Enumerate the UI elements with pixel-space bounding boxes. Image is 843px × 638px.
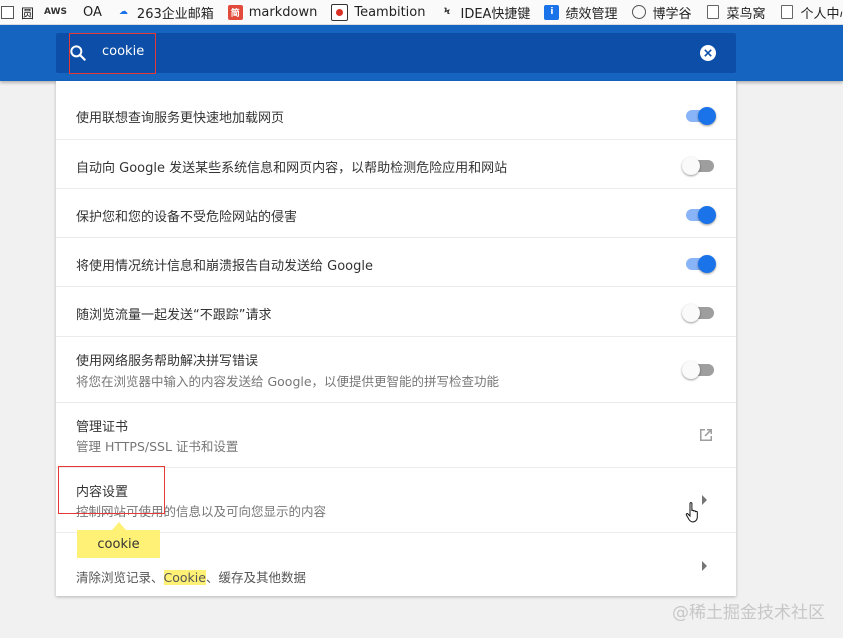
setting-title: 使用网络服务帮助解决拼写错误 <box>76 354 259 369</box>
setting-title: 随浏览流量一起发送“不跟踪”请求 <box>76 308 272 323</box>
setting-title: 保护您和您的设备不受危险网站的侵害 <box>76 210 298 225</box>
setting-row-prediction[interactable]: 使用联想查询服务更快速地加载网页 <box>56 81 736 138</box>
search-match-highlight: Cookie <box>163 570 206 585</box>
setting-subtitle: 管理 HTTPS/SSL 证书和设置 <box>76 439 239 454</box>
settings-header: cookie <box>0 25 843 81</box>
idea-icon: Ϟ <box>443 7 451 17</box>
bookmark-profile[interactable]: 个人中心 <box>779 3 843 22</box>
bookmark-label: 菜鸟窝 <box>726 6 766 22</box>
bookmark-label: markdown <box>248 4 318 20</box>
bookmark-item[interactable]: 圆 <box>0 3 34 22</box>
bookmark-aws[interactable]: AWS <box>44 4 69 20</box>
setting-row-safe-browsing-report[interactable]: 自动向 Google 发送某些系统信息和网页内容，以帮助检测危险应用和网站 <box>56 139 736 188</box>
bookmark-markdown[interactable]: 简 markdown <box>227 4 318 20</box>
privacy-settings-card: 使用联想查询服务更快速地加载网页 自动向 Google 发送某些系统信息和网页内… <box>56 81 736 596</box>
bookmark-label: 个人中心 <box>800 6 843 22</box>
bookmark-teambition[interactable]: Teambition <box>331 3 426 21</box>
bookmark-label: IDEA快捷键 <box>460 6 531 22</box>
setting-row-usage-stats[interactable]: 将使用情况统计信息和崩溃报告自动发送给 Google <box>56 237 736 286</box>
setting-title: 管理证书 <box>76 420 129 435</box>
chevron-right-icon <box>702 561 707 571</box>
setting-row-safe-browsing[interactable]: 保护您和您的设备不受危险网站的侵害 <box>56 188 736 237</box>
bookmark-boxuegu[interactable]: 博学谷 <box>631 3 691 22</box>
bookmark-263[interactable]: ☁ 263企业邮箱 <box>116 3 214 22</box>
cloud-icon: ☁ <box>118 7 128 17</box>
bookmarks-bar: 圆 AWS OA ☁ 263企业邮箱 简 markdown Teambition… <box>0 0 843 25</box>
info-icon: i <box>544 4 560 20</box>
setting-row-certificates[interactable]: 管理证书 管理 HTTPS/SSL 证书和设置 <box>56 402 736 467</box>
search-bar[interactable]: cookie <box>56 33 736 74</box>
bookmark-label: 博学谷 <box>652 6 692 22</box>
bookmark-label: Teambition <box>354 4 426 20</box>
bookmark-perf[interactable]: i 绩效管理 <box>544 3 617 22</box>
setting-title: 自动向 Google 发送某些系统信息和网页内容，以帮助检测危险应用和网站 <box>76 161 508 176</box>
setting-row-spelling[interactable]: 使用网络服务帮助解决拼写错误 将您在浏览器中输入的内容发送给 Google，以便… <box>56 336 736 402</box>
toggle-switch[interactable] <box>686 255 716 273</box>
page-icon <box>0 5 15 20</box>
clear-search-button[interactable] <box>700 45 716 61</box>
aws-icon: AWS <box>44 4 67 20</box>
toggle-switch[interactable] <box>682 157 714 175</box>
bookmark-label: OA <box>83 4 102 20</box>
annotation-box <box>58 466 165 514</box>
close-icon <box>704 49 712 57</box>
search-match-tooltip: cookie <box>77 522 160 558</box>
bookmark-idea[interactable]: Ϟ IDEA快捷键 <box>439 3 531 22</box>
toggle-switch[interactable] <box>686 206 716 224</box>
bookmark-oa[interactable]: OA <box>83 5 102 20</box>
teambition-icon <box>331 3 349 21</box>
setting-row-do-not-track[interactable]: 随浏览流量一起发送“不跟踪”请求 <box>56 286 736 336</box>
jianshu-icon: 简 <box>227 4 243 20</box>
hand-cursor-icon <box>685 502 698 523</box>
toggle-switch[interactable] <box>686 107 716 125</box>
toggle-switch[interactable] <box>682 304 714 322</box>
subtitle-post: 、缓存及其他数据 <box>205 570 306 585</box>
page-icon <box>779 5 794 20</box>
bookmark-label: 263企业邮箱 <box>136 6 214 22</box>
setting-title: 将使用情况统计信息和崩溃报告自动发送给 Google <box>76 259 373 274</box>
bookmark-cainiaowo[interactable]: 菜鸟窝 <box>705 3 765 22</box>
watermark: @稀土掘金技术社区 <box>672 603 825 623</box>
bookmark-label: 圆 <box>21 6 35 22</box>
bookmark-label: 绩效管理 <box>565 6 618 22</box>
page-icon <box>705 5 720 20</box>
setting-title: 使用联想查询服务更快速地加载网页 <box>76 111 285 126</box>
subtitle-pre: 清除浏览记录、 <box>76 570 164 585</box>
toggle-switch[interactable] <box>682 361 714 379</box>
setting-subtitle: 将您在浏览器中输入的内容发送给 Google，以便提供更智能的拼写检查功能 <box>76 374 500 389</box>
open-external-icon[interactable] <box>698 427 714 443</box>
annotation-box <box>69 33 156 74</box>
circle-icon <box>631 5 646 20</box>
setting-subtitle: 清除浏览记录、Cookie、缓存及其他数据 <box>76 567 306 586</box>
